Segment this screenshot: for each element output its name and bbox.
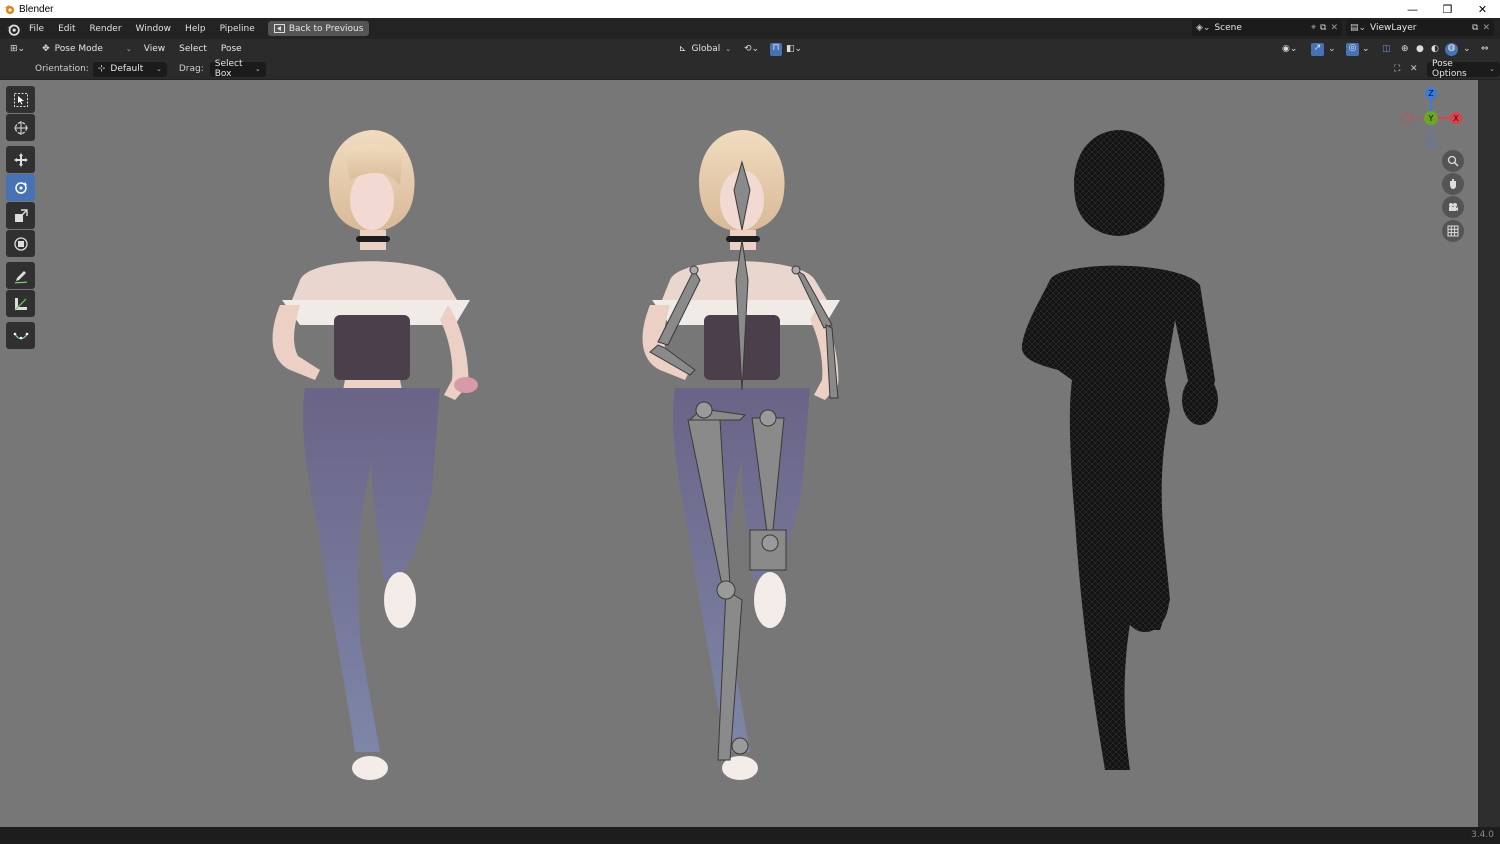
back-to-previous-label: Back to Previous xyxy=(288,23,364,34)
scene-name: Scene xyxy=(1214,23,1242,33)
orientation-dropdown[interactable]: ⊹ Default ⌄ xyxy=(92,61,167,77)
zoom-icon[interactable] xyxy=(1442,150,1464,172)
tool-settings-expand-icon[interactable]: ⛶ xyxy=(1394,64,1400,74)
viewport-header: ⊞⌄ ✥ Pose Mode ⌄ View Select Pose ⊾ Glob… xyxy=(0,39,1500,59)
cursor-tool-icon[interactable] xyxy=(6,114,35,141)
viewlayer-name: ViewLayer xyxy=(1370,23,1417,33)
pivot-point-icon[interactable]: ⟲⌄ xyxy=(744,44,759,54)
back-to-previous-button[interactable]: Back to Previous xyxy=(267,21,370,36)
status-bar: 3.4.0 xyxy=(0,827,1500,844)
shading-solid-icon[interactable]: ● xyxy=(1416,44,1424,54)
orientation-value: Default xyxy=(110,64,144,74)
tool-settings-close-icon[interactable]: ✕ xyxy=(1410,64,1418,74)
gizmo-z-label: Z xyxy=(1428,89,1434,98)
pan-hand-icon[interactable] xyxy=(1442,173,1464,195)
measure-tool-icon[interactable] xyxy=(6,290,35,317)
menu-window[interactable]: Window xyxy=(129,24,179,34)
menu-pose[interactable]: Pose xyxy=(214,44,249,54)
orientation-gizmo-icon: ⊹ xyxy=(97,64,106,74)
transform-tool-icon[interactable] xyxy=(6,230,35,257)
blender-logo-icon xyxy=(4,5,14,14)
menu-pipeline[interactable]: Pipeline xyxy=(213,24,262,34)
drag-value: Select Box xyxy=(214,59,243,79)
orientation-label: Orientation: xyxy=(35,64,89,74)
bone-size-tool-icon[interactable] xyxy=(6,322,35,349)
collapse-header-icon[interactable]: ⇔ xyxy=(1481,44,1489,54)
visibility-icon[interactable]: ◉⌄ xyxy=(1282,44,1297,54)
scale-tool-icon[interactable] xyxy=(6,202,35,229)
maximize-button[interactable]: ❐ xyxy=(1430,0,1465,18)
menu-help[interactable]: Help xyxy=(178,24,213,34)
viewlayer-selector[interactable]: ▤⌄ ViewLayer ⧉ ✕ xyxy=(1346,20,1494,36)
navigation-gizmo[interactable]: Z X Y xyxy=(1400,85,1464,149)
delete-viewlayer-icon[interactable]: ✕ xyxy=(1482,23,1490,33)
snap-icon[interactable]: ⊓ xyxy=(770,42,782,56)
gizmo-y-label: Y xyxy=(1428,114,1434,123)
gizmo-x-label: X xyxy=(1453,114,1459,123)
gizmo-dropdown-icon[interactable]: ⌄ xyxy=(1328,44,1336,54)
delete-scene-icon[interactable]: ✕ xyxy=(1330,23,1338,33)
shading-material-icon[interactable]: ◐ xyxy=(1431,44,1439,54)
rotate-tool-icon[interactable] xyxy=(6,174,35,201)
gizmo-toggle-icon[interactable]: ↗ xyxy=(1311,42,1324,56)
transform-orientation-label: Global xyxy=(691,44,721,54)
overlays-icon[interactable]: ◎ xyxy=(1346,42,1359,56)
menu-file[interactable]: File xyxy=(22,24,51,34)
shading-rendered-icon[interactable]: ◍ xyxy=(1445,42,1458,56)
perspective-grid-icon[interactable] xyxy=(1442,220,1464,242)
window-title: Blender xyxy=(19,3,54,15)
mode-selector[interactable]: ✥ Pose Mode ⌄ xyxy=(37,42,137,57)
top-menu-bar: File Edit Render Window Help Pipeline Ba… xyxy=(0,18,1500,39)
wireframe-character[interactable] xyxy=(1021,130,1218,770)
pose-options-dropdown[interactable]: Pose Options ⌄ xyxy=(1427,59,1500,79)
blender-menu-icon[interactable] xyxy=(6,22,20,36)
camera-icon[interactable] xyxy=(1442,196,1464,218)
move-tool-icon[interactable] xyxy=(6,146,35,173)
editor-type-icon[interactable]: ⊞⌄ xyxy=(10,44,25,54)
drag-label: Drag: xyxy=(178,64,204,74)
viewport-side-region[interactable] xyxy=(1478,80,1500,827)
snap-target-icon[interactable]: ◧⌄ xyxy=(786,44,802,54)
tool-shelf xyxy=(6,86,37,350)
overlays-dropdown-icon[interactable]: ⌄ xyxy=(1362,44,1370,54)
minimize-button[interactable]: — xyxy=(1395,0,1430,18)
shading-wireframe-icon[interactable]: ⊕ xyxy=(1401,44,1409,54)
viewlayer-icon: ▤⌄ xyxy=(1350,23,1367,33)
tool-settings-header: Orientation: ⊹ Default ⌄ Drag: Select Bo… xyxy=(0,59,1500,80)
pin-icon[interactable]: ⌖ xyxy=(1311,23,1316,33)
menu-view[interactable]: View xyxy=(137,44,172,54)
screen-back-icon xyxy=(273,24,285,33)
close-button[interactable]: ✕ xyxy=(1465,0,1500,18)
window-controls: — ❐ ✕ xyxy=(1395,0,1500,18)
drag-dropdown[interactable]: Select Box ⌄ xyxy=(209,59,266,79)
viewport-scene xyxy=(272,130,1218,780)
menu-edit[interactable]: Edit xyxy=(51,24,82,34)
version-label: 3.4.0 xyxy=(1471,830,1494,840)
pose-options-label: Pose Options xyxy=(1432,59,1467,79)
shading-dropdown-icon[interactable]: ⌄ xyxy=(1463,44,1471,54)
new-viewlayer-icon[interactable]: ⧉ xyxy=(1472,23,1478,33)
transform-orientation-selector[interactable]: ⊾ Global ⌄ xyxy=(674,42,736,57)
window-titlebar: Blender — ❐ ✕ xyxy=(0,0,1500,18)
xray-icon[interactable]: ◫ xyxy=(1382,44,1391,54)
3d-viewport[interactable]: Z X Y xyxy=(0,80,1478,827)
mode-label: Pose Mode xyxy=(54,44,103,54)
scene-icon: ◈⌄ xyxy=(1196,23,1211,33)
scene-selector[interactable]: ◈⌄ Scene ⌖ ⧉ ✕ xyxy=(1192,20,1342,36)
pose-mode-icon: ✥ xyxy=(42,44,50,54)
menu-render[interactable]: Render xyxy=(83,24,129,34)
menu-select[interactable]: Select xyxy=(172,44,214,54)
character-model[interactable] xyxy=(272,130,478,780)
annotate-tool-icon[interactable] xyxy=(6,262,35,289)
orientation-axis-icon: ⊾ xyxy=(679,44,687,54)
new-scene-icon[interactable]: ⧉ xyxy=(1320,23,1326,33)
select-box-tool-icon[interactable] xyxy=(6,86,35,113)
